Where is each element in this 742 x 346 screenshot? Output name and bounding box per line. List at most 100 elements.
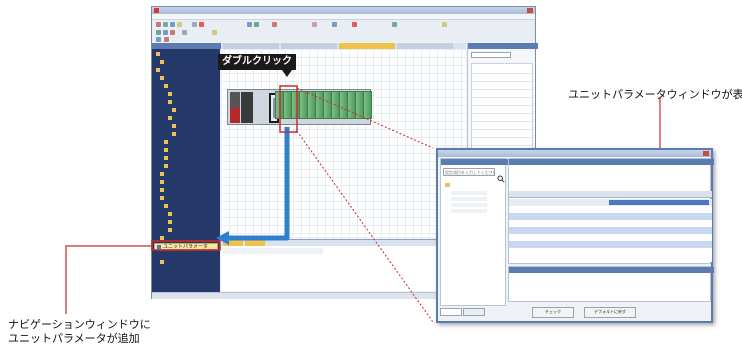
double-click-pointer <box>282 70 292 77</box>
table-row-group[interactable] <box>509 213 712 220</box>
nav-item[interactable] <box>160 195 166 201</box>
nav-item[interactable] <box>172 131 178 137</box>
nav-item[interactable] <box>156 51 162 57</box>
folder-icon <box>164 204 168 208</box>
setting-table-pane-title <box>509 159 714 165</box>
nav-item[interactable] <box>156 67 162 73</box>
check-button[interactable]: チェック <box>532 307 574 318</box>
nav-item[interactable] <box>164 147 170 153</box>
toolbar-icon[interactable] <box>163 30 168 35</box>
nav-item[interactable] <box>160 259 166 265</box>
nav-item-unit-parameter[interactable]: ユニットパラメータ <box>154 243 218 250</box>
toolbar-icon[interactable] <box>254 22 259 27</box>
double-click-text: ダブルクリック <box>222 56 292 67</box>
toolbar-icon[interactable] <box>156 22 161 27</box>
element-list-item[interactable] <box>472 130 532 138</box>
nav-item[interactable] <box>164 203 170 209</box>
nav-item[interactable] <box>168 91 174 97</box>
toolbar-icon[interactable] <box>199 22 204 27</box>
nav-item[interactable] <box>160 59 166 65</box>
tree-item[interactable] <box>451 197 487 201</box>
toolbar-icon[interactable] <box>170 30 175 35</box>
folder-icon <box>160 180 164 184</box>
table-row-group[interactable] <box>509 241 712 248</box>
item-list-tab[interactable] <box>440 308 462 316</box>
cpu-module[interactable] <box>241 92 253 123</box>
nav-item[interactable] <box>164 163 170 169</box>
element-list-item[interactable] <box>472 74 532 82</box>
element-list-item[interactable] <box>472 122 532 130</box>
element-list-item[interactable] <box>472 114 532 122</box>
toolbar-icon[interactable] <box>163 22 168 27</box>
nav-item[interactable] <box>164 155 170 161</box>
tree-item[interactable] <box>451 191 487 195</box>
element-list-item[interactable] <box>472 98 532 106</box>
module-slot[interactable] <box>363 91 372 119</box>
toolbar-icon[interactable] <box>392 22 397 27</box>
toolbar-icon[interactable] <box>442 22 447 27</box>
tree-item[interactable] <box>451 203 487 207</box>
output-tab[interactable] <box>245 240 265 246</box>
table-row[interactable] <box>509 255 712 262</box>
folder-icon <box>160 172 164 176</box>
nav-item[interactable] <box>160 187 166 193</box>
element-selection-title-bar <box>468 43 538 49</box>
toolbar <box>152 20 535 42</box>
element-list-item[interactable] <box>472 138 532 146</box>
toolbar-icon[interactable] <box>182 30 187 35</box>
table-row[interactable] <box>509 234 712 241</box>
nav-item[interactable] <box>164 139 170 145</box>
table-row-highlight <box>609 200 709 205</box>
nav-item[interactable] <box>160 75 166 81</box>
toolbar-icon[interactable] <box>312 22 317 27</box>
nav-item[interactable] <box>168 115 174 121</box>
toolbar-icon[interactable] <box>170 22 175 27</box>
toolbar-icon[interactable] <box>212 30 217 35</box>
tree-item[interactable] <box>451 209 487 213</box>
nav-item[interactable] <box>172 123 178 129</box>
nav-item[interactable] <box>164 83 170 89</box>
table-row-group[interactable] <box>509 227 712 234</box>
folder-icon <box>168 100 172 104</box>
table-row-group[interactable] <box>509 199 712 206</box>
toolbar-icon[interactable] <box>352 22 357 27</box>
output-tab[interactable] <box>223 240 243 246</box>
element-list-item[interactable] <box>472 90 532 98</box>
close-icon[interactable] <box>527 8 533 13</box>
search-icon[interactable] <box>497 168 505 183</box>
folder-icon <box>168 116 172 120</box>
element-list-item[interactable] <box>472 82 532 90</box>
nav-item[interactable] <box>160 171 166 177</box>
restore-default-button[interactable]: デフォルトに戻す <box>584 307 636 318</box>
nav-item[interactable] <box>160 179 166 185</box>
toolbar-icon[interactable] <box>164 37 169 42</box>
main-title-bar <box>152 7 535 14</box>
nav-item[interactable] <box>168 99 174 105</box>
table-row[interactable] <box>509 206 712 213</box>
folder-icon <box>160 260 164 264</box>
toolbar-icon[interactable] <box>177 22 182 27</box>
setting-item-pane: 設定項目を入力してください <box>440 158 509 306</box>
toolbar-icon[interactable] <box>272 22 277 27</box>
nav-item[interactable] <box>168 211 174 217</box>
toolbar-icon[interactable] <box>332 22 337 27</box>
element-filter-input[interactable] <box>471 52 511 58</box>
element-list-item[interactable] <box>472 106 532 114</box>
search-result-tab[interactable] <box>463 308 485 316</box>
nav-item[interactable] <box>168 219 174 225</box>
toolbar-icon[interactable] <box>156 30 161 35</box>
power-supply-module[interactable] <box>230 92 240 123</box>
nav-item[interactable] <box>168 227 174 233</box>
nav-item[interactable] <box>172 107 178 113</box>
table-row[interactable] <box>509 248 712 255</box>
toolbar-icon[interactable] <box>156 37 161 42</box>
element-list-item[interactable] <box>472 66 532 74</box>
nav-item[interactable] <box>160 235 166 241</box>
nav-item-unit-parameter-label: ユニットパラメータ <box>163 244 208 250</box>
search-field[interactable]: 設定項目を入力してください <box>443 168 495 176</box>
folder-icon <box>160 76 164 80</box>
close-icon[interactable] <box>703 151 709 156</box>
toolbar-icon[interactable] <box>247 22 252 27</box>
toolbar-icon[interactable] <box>192 22 197 27</box>
table-row[interactable] <box>509 220 712 227</box>
